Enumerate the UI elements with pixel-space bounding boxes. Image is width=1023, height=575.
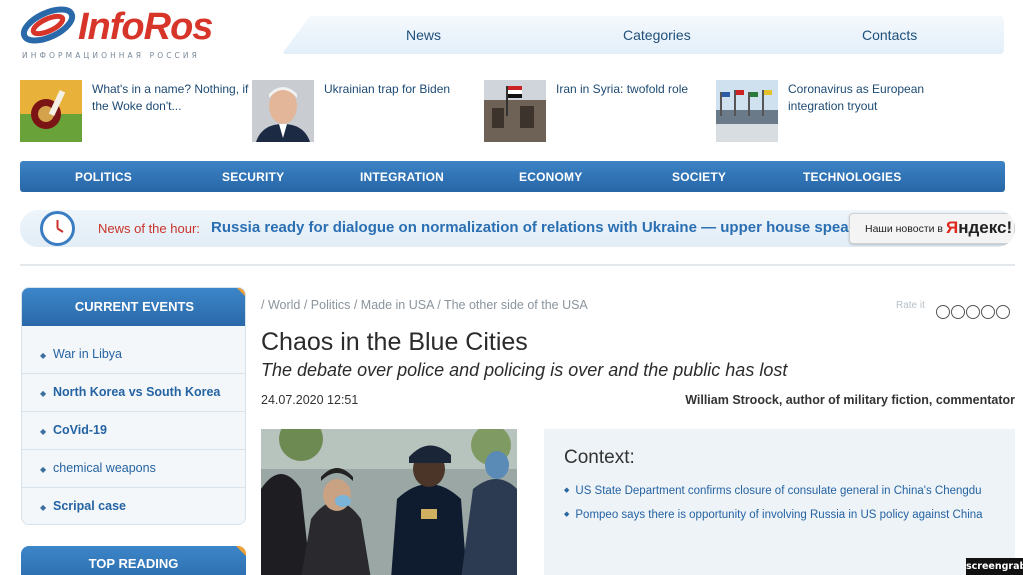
clock-icon [40,211,75,246]
teaser-image[interactable] [484,80,546,142]
teaser-image[interactable] [20,80,82,142]
yandex-logo: Яндекс! [946,218,1013,237]
corner-accent [236,546,246,556]
category-integration[interactable]: INTEGRATION [360,170,444,184]
category-economy[interactable]: ECONOMY [519,170,582,184]
sidebar-item-label[interactable]: chemical weapons [53,461,156,475]
teaser-image[interactable] [252,80,314,142]
teaser-title[interactable]: Iran in Syria: twofold role [556,81,716,98]
logo-subtitle: ИНФОРМАЦИОННАЯ РОССИЯ [22,51,200,60]
rating-control[interactable] [936,305,1011,324]
context-link[interactable]: ◆ US State Department confirms closure of… [564,485,982,497]
site-logo[interactable]: InfoRos ИНФОРМАЦИОННАЯ РОССИЯ [20,0,220,64]
teaser-image[interactable] [716,80,778,142]
bullet-icon: ◆ [40,389,47,398]
bullet-icon: ◆ [564,511,570,518]
current-events-title: CURRENT EVENTS [74,299,195,314]
news-of-the-hour-bar: News of the hour: Russia ready for dialo… [20,210,1015,247]
sidebar-item-label[interactable]: Scripal case [53,499,126,513]
logo-text: InfoRos [78,6,213,48]
teaser-item[interactable]: Coronavirus as European integration tryo… [716,80,946,142]
rating-circle-icon[interactable] [936,305,950,319]
context-link[interactable]: ◆ Pompeo says there is opportunity of inv… [564,509,983,521]
news-hour-label: News of the hour: [98,221,200,236]
rating-circle-icon[interactable] [981,305,995,319]
category-bar: POLITICS SECURITY INTEGRATION ECONOMY SO… [20,161,1005,192]
bullet-icon: ◆ [40,351,47,360]
rate-label: Rate it [896,300,925,311]
globe-logo-icon [20,6,76,44]
category-politics[interactable]: POLITICS [75,170,132,184]
sidebar-item[interactable]: ◆ CoVid-19 [22,411,245,449]
category-society[interactable]: SOCIETY [672,170,726,184]
teaser-item[interactable]: What's in a name? Nothing, if the Woke d… [20,80,250,142]
screengrab-badge: screengrab [966,558,1023,575]
teaser-item[interactable]: Iran in Syria: twofold role [484,80,714,142]
teaser-item[interactable]: Ukrainian trap for Biden [252,80,482,142]
sidebar-item-label[interactable]: North Korea vs South Korea [53,385,220,399]
yandex-prefix: Наши новости в [865,223,943,235]
sidebar-item[interactable]: ◆ North Korea vs South Korea [22,373,245,411]
article-title: Chaos in the Blue Cities [261,328,528,356]
breadcrumb[interactable]: / World / Politics / Made in USA / The o… [261,298,588,312]
current-events-panel: CURRENT EVENTS ◆ War in Libya ◆ North Ko… [21,287,246,525]
nav-contacts[interactable]: Contacts [862,27,917,43]
divider [20,264,1015,266]
current-events-header: CURRENT EVENTS [22,288,245,326]
sidebar-item-label[interactable]: War in Libya [53,347,122,361]
context-panel: Context: ◆ US State Department confirms c… [544,429,1015,575]
rating-circle-icon[interactable] [966,305,980,319]
nav-news[interactable]: News [406,27,441,43]
top-reading-header: TOP READING [21,546,246,575]
sidebar-item[interactable]: ◆ War in Libya [22,336,245,374]
nav-categories[interactable]: Categories [623,27,691,43]
news-hour-headline[interactable]: Russia ready for dialogue on normalizati… [211,219,871,236]
sidebar-item[interactable]: ◆ Scripal case [22,487,245,524]
article-photo [261,429,517,575]
bullet-icon: ◆ [564,487,570,494]
article-subtitle: The debate over police and policing is o… [261,360,788,380]
bullet-icon: ◆ [40,427,47,436]
bullet-icon: ◆ [40,465,47,474]
category-security[interactable]: SECURITY [222,170,284,184]
rating-circle-icon[interactable] [951,305,965,319]
teaser-title[interactable]: Ukrainian trap for Biden [324,81,484,98]
yandex-news-button[interactable]: Наши новости в Яндекс! [849,213,1015,244]
teaser-title[interactable]: Coronavirus as European integration tryo… [788,81,948,115]
sidebar-item-label[interactable]: CoVid-19 [53,423,107,437]
teaser-title[interactable]: What's in a name? Nothing, if the Woke d… [92,81,252,115]
corner-accent [237,288,245,298]
bullet-icon: ◆ [40,503,47,512]
article-author: William Stroock, author of military fict… [685,393,1015,407]
context-title: Context: [564,447,635,468]
sidebar-item[interactable]: ◆ chemical weapons [22,449,245,487]
top-navigation: News Categories Contacts [282,16,1004,54]
category-technologies[interactable]: TECHNOLOGIES [803,170,901,184]
article-date: 24.07.2020 12:51 [261,393,359,407]
top-reading-title: TOP READING [88,556,179,571]
rating-circle-icon[interactable] [996,305,1010,319]
